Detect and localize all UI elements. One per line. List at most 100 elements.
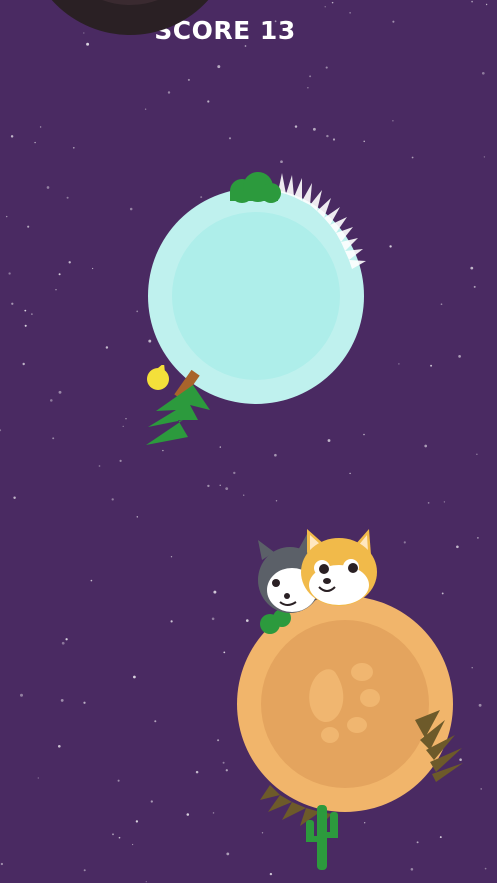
- star: [34, 141, 36, 144]
- star: [144, 108, 147, 110]
- star: [0, 862, 4, 866]
- star: [471, 0, 473, 3]
- green-bush: [230, 172, 281, 203]
- star: [46, 186, 50, 189]
- star: [133, 675, 136, 679]
- star: [90, 579, 93, 582]
- star: [243, 494, 245, 496]
- star: [223, 651, 226, 654]
- star: [24, 324, 27, 327]
- star: [83, 701, 86, 704]
- star: [392, 119, 394, 122]
- star: [332, 138, 336, 141]
- star: [207, 484, 210, 488]
- star: [477, 537, 479, 539]
- star: [52, 437, 55, 440]
- star: [222, 761, 225, 764]
- star: [225, 487, 229, 491]
- star: [485, 3, 488, 6]
- star: [145, 881, 147, 883]
- star: [83, 869, 86, 872]
- star: [212, 812, 215, 814]
- star: [363, 140, 365, 143]
- star: [55, 289, 57, 291]
- star: [326, 134, 329, 138]
- star: [483, 156, 486, 158]
- star: [122, 425, 124, 428]
- star: [50, 399, 53, 402]
- star: [58, 390, 62, 394]
- star: [349, 12, 351, 14]
- shiba-dog: [301, 529, 377, 606]
- desert-planet: [237, 596, 463, 870]
- star: [233, 471, 236, 475]
- star: [68, 261, 71, 264]
- star: [219, 484, 221, 486]
- star: [349, 472, 351, 475]
- star: [10, 135, 14, 138]
- star: [213, 590, 217, 594]
- star: [226, 852, 230, 856]
- star: [309, 75, 312, 78]
- star: [8, 272, 11, 275]
- star: [280, 160, 283, 164]
- star: [72, 146, 75, 149]
- star: [294, 125, 298, 128]
- pine-tree: [146, 365, 210, 445]
- dark-planet: [51, 0, 209, 35]
- star: [225, 769, 228, 772]
- star: [427, 502, 430, 504]
- star: [217, 739, 220, 742]
- star: [481, 71, 485, 75]
- star: [135, 820, 139, 823]
- star: [484, 867, 487, 870]
- star: [403, 541, 406, 544]
- star: [443, 501, 446, 503]
- star: [274, 453, 277, 457]
- star: [195, 770, 199, 774]
- star: [167, 91, 171, 94]
- star: [91, 267, 94, 270]
- star: [312, 127, 316, 131]
- star: [219, 446, 221, 448]
- star: [117, 779, 120, 782]
- star: [473, 285, 476, 288]
- star: [65, 638, 68, 641]
- star: [424, 444, 428, 448]
- star: [98, 465, 101, 467]
- star: [476, 453, 478, 455]
- star: [325, 66, 328, 69]
- star: [150, 800, 153, 803]
- star: [207, 100, 210, 103]
- star: [61, 641, 65, 645]
- star: [228, 137, 232, 140]
- star: [327, 439, 331, 442]
- star: [307, 87, 309, 89]
- star: [480, 788, 483, 790]
- star: [58, 273, 61, 276]
- star: [411, 156, 414, 159]
- star: [31, 313, 33, 315]
- star: [187, 78, 190, 81]
- star: [20, 693, 23, 697]
- star: [60, 698, 64, 702]
- star: [186, 813, 190, 816]
- star: [118, 836, 121, 839]
- star: [136, 516, 139, 518]
- star: [27, 225, 30, 228]
- star: [363, 433, 365, 436]
- yellow-bird: [147, 365, 169, 390]
- star: [170, 556, 173, 558]
- star: [470, 266, 474, 270]
- star: [11, 302, 14, 305]
- star: [0, 429, 2, 432]
- star: [170, 620, 173, 623]
- star: [458, 355, 461, 358]
- star: [430, 364, 433, 367]
- star: [244, 45, 247, 47]
- star: [217, 65, 221, 69]
- star: [112, 833, 114, 836]
- star: [22, 362, 25, 366]
- star: [162, 449, 164, 452]
- star: [154, 720, 157, 723]
